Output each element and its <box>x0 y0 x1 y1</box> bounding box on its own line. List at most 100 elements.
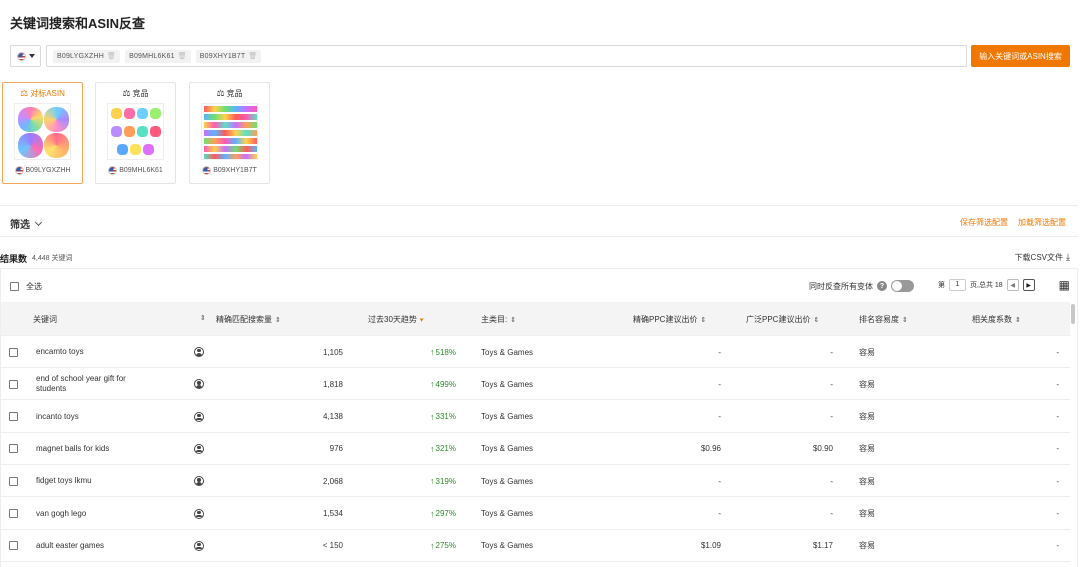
asin-tag[interactable]: B09XHY1B7T 🗑 <box>195 49 262 63</box>
col-exact-volume[interactable]: 精确匹配搜索量 ⇕ <box>216 314 281 325</box>
asin-card-competitor[interactable]: ⚖ 竞品 B09XHY1B7T <box>189 82 270 184</box>
sort-icon[interactable]: ⇕ <box>902 316 908 324</box>
pagination: 第 1 页,总共 18 ◀ ▶ <box>938 279 1035 291</box>
variant-label: 同时反查所有变体 <box>809 281 873 291</box>
asin-tag[interactable]: B09MHL6K61 🗑 <box>125 49 191 63</box>
us-flag-icon <box>16 51 26 61</box>
keyword-cell[interactable]: adult easter games <box>36 530 151 562</box>
sort-icon[interactable]: ⇕ <box>200 314 206 322</box>
vertical-scrollbar[interactable] <box>1070 302 1076 567</box>
trend-value: 331% <box>435 412 456 422</box>
table-row[interactable]: encamto toys 1,105 ↑ 518% Toys & Games - - 容易 - <box>1 336 1070 368</box>
asin-tag-label: B09XHY1B7T <box>199 52 246 60</box>
column-settings-icon[interactable]: ▦ <box>1059 278 1070 292</box>
keyword-cell[interactable]: end of school year gift for students <box>36 368 151 400</box>
table-row[interactable]: adult easter games < 150 ↑ 275% Toys & Games… <box>1 530 1070 562</box>
table-toolbar: 全选 同时反查所有变体 ? 第 1 页,总共 18 ◀ ▶ ▦ <box>1 269 1077 302</box>
col-exact-ppc[interactable]: 精确PPC建议出价 ⇕ <box>633 314 706 325</box>
relevance-cell: - <box>1056 347 1059 357</box>
col-relevance[interactable]: 相关度系数 ⇕ <box>972 314 1021 325</box>
help-icon[interactable]: ? <box>877 281 887 291</box>
country-select[interactable] <box>10 45 41 67</box>
user-icon[interactable] <box>194 476 204 487</box>
search-button[interactable]: 输入关键词或ASIN搜索 <box>971 45 1070 67</box>
user-icon[interactable] <box>194 347 204 357</box>
page-prefix: 第 <box>938 282 945 289</box>
col-exact-volume-label: 精确匹配搜索量 <box>216 315 272 324</box>
table-row[interactable]: magnet balls for kids 976 ↑ 321% Toys & Game… <box>1 433 1070 465</box>
keyword-cell[interactable]: van gogh lego <box>36 498 151 530</box>
relevance-cell: - <box>1056 412 1059 422</box>
delete-icon[interactable]: 🗑 <box>178 52 187 60</box>
row-checkbox[interactable] <box>9 412 18 422</box>
rank-ease-cell: 容易 <box>859 412 875 422</box>
row-checkbox[interactable] <box>9 541 18 551</box>
user-icon[interactable] <box>194 411 204 422</box>
relevance-cell: - <box>1056 509 1059 518</box>
asin-tag[interactable]: B09LYGXZHH 🗑 <box>53 49 121 63</box>
variant-toggle-switch[interactable] <box>891 280 914 292</box>
broad-ppc-cell: $0.90 <box>812 444 833 454</box>
card-label: 竞品 <box>132 88 149 98</box>
prev-page-icon[interactable]: ◀ <box>1006 279 1019 291</box>
row-checkbox[interactable] <box>9 444 18 454</box>
user-icon[interactable] <box>194 443 204 454</box>
sort-icon[interactable]: ⇕ <box>510 316 516 324</box>
table-row[interactable]: van gogh lego 1,534 ↑ 297% Toys & Games - - 容易 - <box>1 498 1070 530</box>
asin-tag-label: B09LYGXZHH <box>57 52 104 60</box>
sort-icon[interactable]: ⇕ <box>700 316 706 324</box>
sort-desc-icon[interactable]: ▾ <box>420 316 424 324</box>
broad-ppc-cell: - <box>830 476 833 486</box>
load-filter-link[interactable]: 加载筛选配置 <box>1018 217 1066 228</box>
broad-ppc-cell: - <box>830 347 833 357</box>
user-icon[interactable] <box>194 379 204 390</box>
next-page-icon[interactable]: ▶ <box>1022 279 1035 291</box>
asin-card-competitor[interactable]: ⚖ 竞品 B09MHL6K61 <box>95 82 176 184</box>
trend-up-icon: ↑ <box>430 443 435 454</box>
sort-icon[interactable]: ⇕ <box>200 314 206 322</box>
sort-icon[interactable]: ⇕ <box>275 316 281 324</box>
us-flag-icon <box>14 166 24 175</box>
page-title: 关键词搜索和ASIN反查 <box>10 16 146 31</box>
trend-value: 275% <box>435 541 456 551</box>
download-label: 下载CSV文件 <box>1014 253 1064 262</box>
table-row[interactable]: fidget toys lkmu 2,068 ↑ 319% Toys & Games - -… <box>1 465 1070 498</box>
exact-ppc-cell: - <box>718 379 721 389</box>
col-broad-ppc[interactable]: 广泛PPC建议出价 ⇕ <box>746 314 819 325</box>
rank-ease-cell: 容易 <box>859 347 875 357</box>
row-checkbox[interactable] <box>9 509 18 518</box>
broad-ppc-cell: - <box>830 509 833 518</box>
row-checkbox[interactable] <box>9 347 18 357</box>
sort-icon[interactable]: ⇕ <box>813 316 819 324</box>
asin-input[interactable]: B09LYGXZHH 🗑 B09MHL6K61 🗑 B09XHY1B7T 🗑 <box>46 45 967 67</box>
keyword-cell[interactable]: incanto toys <box>36 401 151 433</box>
keyword-cell[interactable]: magnet balls for kids <box>36 433 151 465</box>
relevance-cell: - <box>1056 541 1059 551</box>
trend-up-icon: ↑ <box>430 379 435 390</box>
page-number-input[interactable]: 1 <box>949 279 966 291</box>
filter-toggle[interactable]: 筛选 <box>10 216 43 231</box>
keyword-cell[interactable]: fidget toys lkmu <box>36 465 151 497</box>
table-row[interactable]: incanto toys 4,138 ↑ 331% Toys & Games - - 容易 - <box>1 401 1070 433</box>
delete-icon[interactable]: 🗑 <box>248 52 257 60</box>
col-trend[interactable]: 过去30天趋势 ▾ <box>368 314 423 325</box>
keyword-cell[interactable]: encamto toys <box>36 336 151 368</box>
us-flag-icon <box>202 166 212 175</box>
download-csv-button[interactable]: 下载CSV文件 ⤓ <box>1015 252 1070 263</box>
asin-card-target[interactable]: ⚖ 对标ASIN B09LYGXZHH <box>2 82 83 184</box>
asin-tag-label: B09MHL6K61 <box>129 52 175 60</box>
save-filter-link[interactable]: 保存筛选配置 <box>960 217 1008 228</box>
user-icon[interactable] <box>194 508 204 519</box>
row-checkbox[interactable] <box>9 476 18 486</box>
user-icon[interactable] <box>194 540 204 551</box>
delete-icon[interactable]: 🗑 <box>107 52 116 60</box>
scrollbar-thumb[interactable] <box>1071 304 1075 324</box>
page-total: 页,总共 18 <box>970 282 1003 289</box>
row-checkbox[interactable] <box>9 379 18 389</box>
sort-icon[interactable]: ⇕ <box>1015 316 1021 324</box>
col-category[interactable]: 主类目: ⇕ <box>481 314 516 325</box>
select-all-checkbox[interactable] <box>10 282 19 291</box>
col-rank-ease[interactable]: 排名容易度 ⇕ <box>859 314 908 325</box>
table-row[interactable]: end of school year gift for students 1,81… <box>1 368 1070 401</box>
col-keyword: 关键词 <box>33 314 57 325</box>
